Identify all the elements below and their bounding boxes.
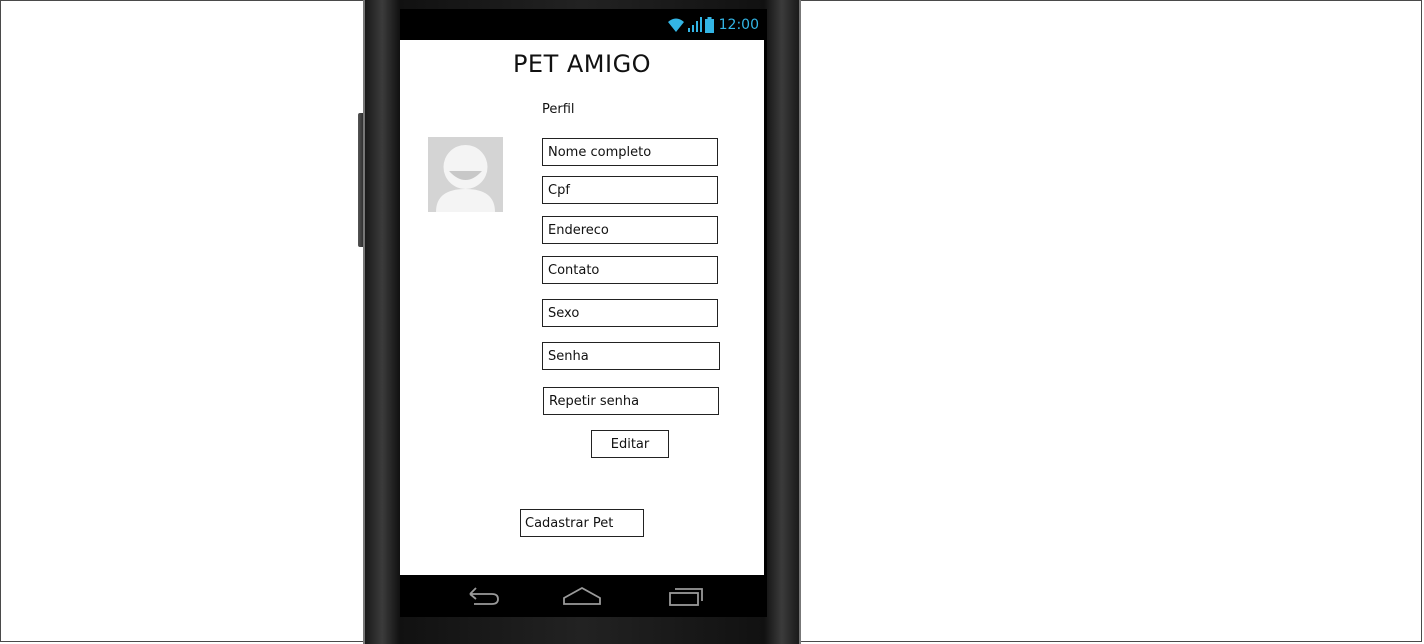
home-icon[interactable] [562, 583, 602, 609]
user-avatar-icon [436, 145, 495, 212]
register-pet-button[interactable]: Cadastrar Pet [520, 509, 644, 537]
cpf-field[interactable]: Cpf [542, 176, 718, 204]
repeat-password-field[interactable]: Repetir senha [543, 387, 719, 415]
app-title: PET AMIGO [512, 50, 652, 78]
profile-section-label: Perfil [542, 102, 575, 117]
back-icon[interactable] [462, 583, 502, 609]
address-field[interactable]: Endereco [542, 216, 718, 244]
navigation-bar [400, 575, 767, 617]
gender-field[interactable]: Sexo [542, 299, 718, 327]
recent-apps-icon[interactable] [666, 583, 706, 609]
status-bar: 12:00 [400, 9, 767, 40]
wifi-icon [667, 18, 684, 32]
edit-button[interactable]: Editar [591, 430, 669, 458]
status-time: 12:00 [718, 17, 759, 33]
signal-icon [687, 17, 702, 32]
avatar[interactable] [428, 137, 503, 212]
battery-icon [704, 17, 714, 33]
full-name-field[interactable]: Nome completo [542, 138, 718, 166]
contact-field[interactable]: Contato [542, 256, 718, 284]
password-field[interactable]: Senha [542, 342, 720, 370]
